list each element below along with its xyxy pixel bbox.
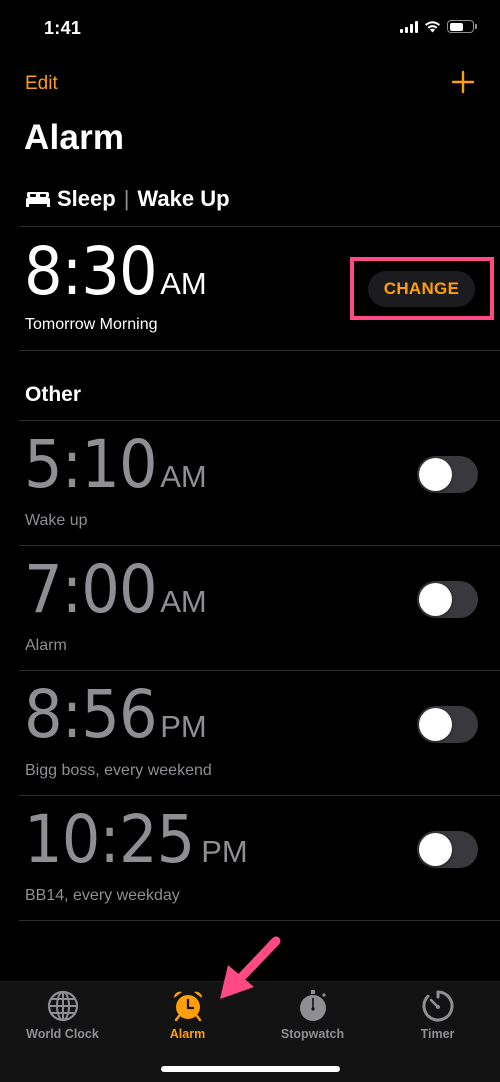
toggle-knob bbox=[419, 708, 452, 741]
tab-stopwatch[interactable]: Stopwatch bbox=[250, 988, 375, 1041]
tab-alarm[interactable]: Alarm bbox=[125, 988, 250, 1041]
cellular-signal-icon bbox=[400, 20, 418, 33]
sleep-wake-header: Sleep | Wake Up bbox=[25, 186, 230, 212]
toggle-knob bbox=[419, 458, 452, 491]
time-period: PM bbox=[160, 709, 207, 744]
status-time: 1:41 bbox=[44, 18, 82, 38]
alarm-time: 8:56 PM bbox=[24, 676, 207, 753]
alarm-row[interactable]: 5:10 AM Wake up bbox=[0, 420, 500, 545]
wifi-icon bbox=[425, 21, 440, 33]
tab-label: Alarm bbox=[169, 1027, 206, 1041]
status-icons bbox=[400, 20, 477, 33]
time-period: AM bbox=[160, 459, 207, 494]
home-indicator bbox=[161, 1066, 340, 1072]
plus-icon[interactable] bbox=[450, 69, 476, 95]
alarm-label: Wake up bbox=[25, 512, 88, 529]
battery-icon bbox=[447, 20, 477, 33]
alarm-toggle[interactable] bbox=[417, 831, 478, 868]
timer-icon bbox=[422, 990, 453, 1022]
time-value: 8:30 bbox=[24, 233, 158, 310]
alarm-time: 7:00 AM bbox=[24, 551, 207, 628]
wake-up-label: Wake Up bbox=[137, 186, 230, 211]
alarm-time: 5:10 AM bbox=[24, 426, 207, 503]
divider bbox=[19, 920, 500, 921]
alarm-label: Bigg boss, every weekend bbox=[25, 762, 212, 779]
divider bbox=[19, 226, 500, 227]
tab-label: Stopwatch bbox=[280, 1027, 345, 1041]
time-value: 8:56 bbox=[24, 676, 158, 753]
tab-label: World Clock bbox=[26, 1027, 99, 1041]
globe-icon bbox=[47, 990, 78, 1022]
separator: | bbox=[123, 186, 130, 211]
other-section-header: Other bbox=[25, 383, 82, 406]
sleep-label: Sleep bbox=[57, 186, 116, 211]
page-title: Alarm bbox=[24, 118, 125, 157]
time-value: 7:00 bbox=[24, 551, 158, 628]
tab-label: Timer bbox=[420, 1027, 455, 1041]
toggle-knob bbox=[419, 583, 452, 616]
edit-button[interactable]: Edit bbox=[25, 73, 58, 95]
status-bar: 1:41 bbox=[0, 0, 500, 60]
toggle-knob bbox=[419, 833, 452, 866]
divider bbox=[19, 350, 500, 351]
alarm-row[interactable]: 8:56 PM Bigg boss, every weekend bbox=[0, 670, 500, 795]
stopwatch-icon bbox=[299, 990, 326, 1021]
alarm-time: 10:25 PM bbox=[24, 801, 248, 878]
bed-icon bbox=[26, 192, 50, 207]
alarm-toggle[interactable] bbox=[417, 456, 478, 493]
time-period: PM bbox=[201, 834, 248, 869]
tab-world-clock[interactable]: World Clock bbox=[0, 988, 125, 1041]
change-button[interactable]: CHANGE bbox=[368, 271, 475, 307]
alarm-clock-icon bbox=[173, 991, 202, 1022]
alarm-label: Alarm bbox=[25, 637, 67, 654]
sleep-alarm-label: Tomorrow Morning bbox=[25, 316, 158, 333]
alarm-toggle[interactable] bbox=[417, 581, 478, 618]
time-value: 10:25 bbox=[24, 801, 195, 878]
time-period: AM bbox=[160, 266, 207, 301]
time-value: 5:10 bbox=[24, 426, 158, 503]
tab-timer[interactable]: Timer bbox=[375, 988, 500, 1041]
sleep-alarm-time: 8:30 AM bbox=[24, 233, 207, 310]
alarm-row[interactable]: 10:25 PM BB14, every weekday bbox=[0, 795, 500, 920]
alarm-toggle[interactable] bbox=[417, 706, 478, 743]
alarm-row[interactable]: 7:00 AM Alarm bbox=[0, 545, 500, 670]
time-period: AM bbox=[160, 584, 207, 619]
alarm-label: BB14, every weekday bbox=[25, 887, 180, 904]
